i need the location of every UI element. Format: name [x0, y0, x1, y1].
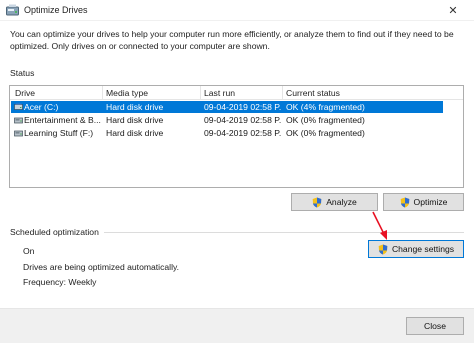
uac-shield-icon — [378, 244, 388, 254]
media-type: Hard disk drive — [106, 115, 164, 125]
current-status: OK (4% fragmented) — [286, 102, 365, 112]
section-divider — [104, 232, 464, 233]
scheduled-optimization-label: Scheduled optimization — [10, 227, 99, 237]
window-title: Optimize Drives — [24, 5, 88, 15]
drive-name: Entertainment & B... — [24, 115, 101, 125]
analyze-button[interactable]: Analyze — [291, 193, 378, 211]
drive-name: Acer (C:) — [24, 102, 59, 112]
optimize-button[interactable]: Optimize — [383, 193, 464, 211]
table-row[interactable]: Acer (C:) Hard disk drive 09-04-2019 02:… — [11, 101, 443, 113]
analyze-button-label: Analyze — [326, 197, 357, 207]
title-bar: Optimize Drives ✕ — [0, 0, 474, 21]
schedule-description: Drives are being optimized automatically… — [23, 262, 180, 272]
hard-drive-icon — [14, 130, 23, 137]
current-status: OK (0% fragmented) — [286, 115, 365, 125]
column-header-media-type[interactable]: Media type — [106, 88, 148, 98]
optimize-button-label: Optimize — [413, 197, 448, 207]
uac-shield-icon — [312, 197, 322, 207]
change-settings-button[interactable]: Change settings — [368, 240, 464, 258]
column-header-last-run[interactable]: Last run — [204, 88, 235, 98]
uac-shield-icon — [400, 197, 409, 207]
window-close-button[interactable]: ✕ — [432, 0, 474, 21]
dialog-footer: Close — [0, 308, 474, 343]
media-type: Hard disk drive — [106, 102, 164, 112]
last-run: 09-04-2019 02:58 P... — [204, 102, 282, 112]
close-button[interactable]: Close — [406, 317, 464, 335]
drive-name: Learning Stuff (F:) — [24, 128, 94, 138]
optimize-drives-icon — [6, 4, 19, 16]
hard-drive-icon — [14, 117, 23, 124]
table-row[interactable]: Learning Stuff (F:) Hard disk drive 09-0… — [11, 127, 443, 139]
change-settings-button-label: Change settings — [391, 244, 455, 254]
column-header-current-status[interactable]: Current status — [286, 88, 340, 98]
table-row[interactable]: Entertainment & B... Hard disk drive 09-… — [11, 114, 443, 126]
current-status: OK (0% fragmented) — [286, 128, 365, 138]
last-run: 09-04-2019 02:58 P... — [204, 115, 282, 125]
column-header-drive[interactable]: Drive — [15, 88, 35, 98]
status-label: Status — [10, 68, 35, 78]
column-divider — [200, 86, 201, 100]
annotation-arrow-icon — [372, 211, 387, 240]
description-text: You can optimize your drives to help you… — [10, 29, 454, 51]
drives-list-header: Drive Media type Last run Current status — [10, 86, 463, 100]
column-divider — [102, 86, 103, 100]
drives-list[interactable]: Drive Media type Last run Current status… — [9, 85, 464, 188]
hard-drive-icon — [14, 103, 23, 110]
schedule-state: On — [23, 246, 35, 256]
media-type: Hard disk drive — [106, 128, 164, 138]
last-run: 09-04-2019 02:58 P... — [204, 128, 282, 138]
column-divider — [282, 86, 283, 100]
schedule-frequency: Frequency: Weekly — [23, 277, 97, 287]
